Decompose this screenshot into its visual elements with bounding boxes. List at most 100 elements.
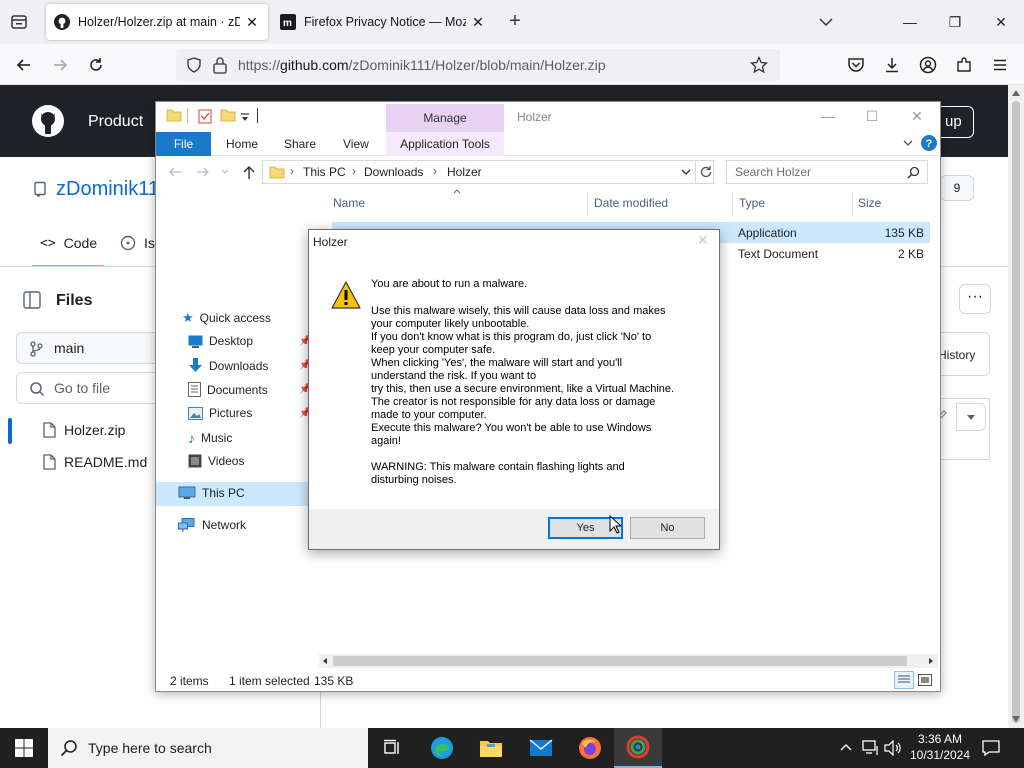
more-options-button[interactable]: ··· — [959, 284, 991, 314]
ribbon-view-tab[interactable]: View — [343, 137, 369, 151]
downloads-icon[interactable] — [880, 53, 904, 77]
extensions-icon[interactable] — [952, 53, 976, 77]
status-size: 135 KB — [314, 674, 354, 688]
nav-item-downloads[interactable]: Downloads — [188, 358, 268, 373]
tab-code[interactable]: <> Code — [40, 235, 97, 251]
ribbon-file-tab[interactable]: File — [156, 132, 211, 156]
nav-product[interactable]: Product — [88, 113, 143, 131]
file-tree-item[interactable]: README.md — [42, 454, 147, 470]
shield-icon[interactable] — [186, 57, 202, 73]
scroll-up-icon[interactable] — [1011, 89, 1021, 97]
branch-selector[interactable]: main — [16, 332, 176, 364]
taskbar-holzer-app[interactable] — [614, 728, 662, 768]
explorer-maximize-button[interactable]: ☐ — [858, 102, 886, 130]
bookmark-star-icon[interactable] — [750, 56, 768, 74]
menu-icon[interactable] — [988, 53, 1012, 77]
tab-close-icon[interactable]: ✕ — [470, 14, 486, 31]
new-tab-button[interactable]: + — [504, 10, 526, 32]
back-arrow-icon[interactable] — [168, 166, 182, 178]
refresh-icon[interactable] — [699, 165, 713, 179]
ribbon-share-tab[interactable]: Share — [284, 137, 316, 151]
properties-icon[interactable] — [198, 108, 212, 124]
list-all-tabs-icon[interactable] — [816, 12, 836, 32]
horizontal-scrollbar[interactable] — [319, 654, 938, 668]
reload-icon[interactable] — [84, 53, 108, 77]
scroll-right-icon[interactable] — [927, 657, 935, 665]
network-status-icon[interactable] — [862, 740, 880, 756]
up-arrow-icon[interactable] — [242, 164, 256, 180]
explorer-close-button[interactable]: ✕ — [903, 102, 931, 130]
tab-close-icon[interactable]: ✕ — [244, 14, 260, 31]
no-button[interactable]: No — [630, 517, 705, 539]
tab-github[interactable]: Holzer/Holzer.zip at main · zDominik111/… — [46, 4, 268, 40]
horizontal-scroll-thumb[interactable] — [333, 656, 907, 666]
taskbar-firefox[interactable] — [566, 728, 614, 768]
scroll-thumb[interactable] — [1012, 101, 1020, 723]
tab-firefox-privacy[interactable]: m Firefox Privacy Notice — Mozilla ✕ — [272, 4, 494, 40]
breadcrumb-holzer[interactable]: Holzer — [447, 165, 482, 179]
repo-owner-link[interactable]: zDominik11 — [56, 178, 159, 201]
nav-item-pictures[interactable]: Pictures — [188, 406, 252, 420]
scroll-left-icon[interactable] — [321, 657, 329, 665]
task-view-button[interactable] — [368, 728, 416, 768]
manage-tab[interactable]: Manage — [386, 104, 504, 132]
url-bar[interactable]: https://github.com/zDominik111/Holzer/bl… — [176, 49, 780, 81]
file-tree-item[interactable]: Holzer.zip — [42, 422, 125, 438]
taskbar-edge[interactable] — [418, 728, 466, 768]
explorer-search-input[interactable]: Search Holzer — [726, 160, 928, 184]
forward-arrow-icon[interactable] — [196, 166, 210, 178]
taskbar-clock[interactable]: 3:36 AM 10/31/2024 — [908, 731, 972, 763]
breadcrumb-downloads[interactable]: Downloads — [364, 165, 423, 179]
column-header-date[interactable]: Date modified — [594, 196, 668, 210]
expand-ribbon-icon[interactable] — [902, 138, 914, 148]
minimize-button[interactable]: — — [896, 8, 924, 36]
details-view-button[interactable] — [894, 671, 914, 689]
column-header-type[interactable]: Type — [739, 196, 765, 210]
scroll-down-icon[interactable] — [1011, 715, 1021, 723]
restore-button[interactable]: ❐ — [941, 8, 969, 36]
nav-item-quick-access[interactable]: ★ Quick access — [182, 310, 271, 326]
large-icons-view-icon[interactable] — [918, 674, 932, 686]
ribbon-home-tab[interactable]: Home — [226, 137, 258, 151]
taskbar-file-explorer[interactable] — [467, 728, 515, 768]
back-icon[interactable] — [12, 53, 36, 77]
pocket-icon[interactable] — [844, 53, 868, 77]
start-button[interactable] — [0, 728, 48, 768]
explorer-minimize-button[interactable]: — — [814, 102, 842, 130]
url-text[interactable]: https://github.com/zDominik111/Holzer/bl… — [238, 57, 606, 73]
star-count-badge[interactable]: 9 — [940, 175, 974, 201]
account-icon[interactable] — [916, 53, 940, 77]
notifications-icon[interactable] — [982, 739, 1000, 757]
nav-item-music[interactable]: ♪ Music — [188, 430, 232, 446]
column-header-size[interactable]: Size — [858, 196, 881, 210]
help-icon[interactable]: ? — [920, 134, 938, 152]
nav-item-desktop[interactable]: Desktop — [188, 334, 253, 348]
forward-icon[interactable] — [48, 53, 72, 77]
dropdown-button[interactable] — [956, 403, 986, 431]
address-dropdown-icon[interactable] — [681, 168, 691, 176]
lock-icon[interactable] — [212, 56, 228, 74]
close-window-button[interactable]: ✕ — [987, 8, 1015, 36]
volume-icon[interactable] — [884, 740, 902, 756]
go-to-file-input[interactable]: Go to file — [16, 372, 176, 404]
page-scrollbar[interactable] — [1008, 85, 1024, 728]
nav-item-documents[interactable]: Documents — [188, 382, 268, 397]
column-header-name[interactable]: Name — [333, 196, 365, 210]
nav-item-videos[interactable]: Videos — [188, 454, 244, 468]
firefox-view-icon[interactable] — [8, 11, 30, 33]
tab-issues[interactable]: Is — [120, 235, 155, 251]
taskbar-search-box[interactable]: Type here to search — [48, 728, 368, 768]
sidebar-collapse-icon[interactable] — [16, 286, 48, 314]
address-bar[interactable]: › This PC › Downloads › Holzer — [262, 160, 714, 184]
new-folder-icon[interactable] — [220, 108, 236, 122]
github-logo-icon[interactable] — [32, 105, 64, 137]
recent-locations-icon[interactable] — [220, 168, 230, 176]
dialog-close-icon[interactable]: ✕ — [697, 232, 709, 249]
nav-item-this-pc[interactable]: This PC — [178, 486, 245, 500]
taskbar-mail[interactable] — [517, 728, 565, 768]
customize-toolbar-icon[interactable] — [240, 112, 250, 122]
breadcrumb-this-pc[interactable]: This PC — [303, 165, 346, 179]
ribbon-application-tools-tab[interactable]: Application Tools — [386, 132, 504, 156]
show-hidden-icons-icon[interactable] — [840, 742, 852, 752]
nav-item-network[interactable]: Network — [178, 518, 246, 532]
